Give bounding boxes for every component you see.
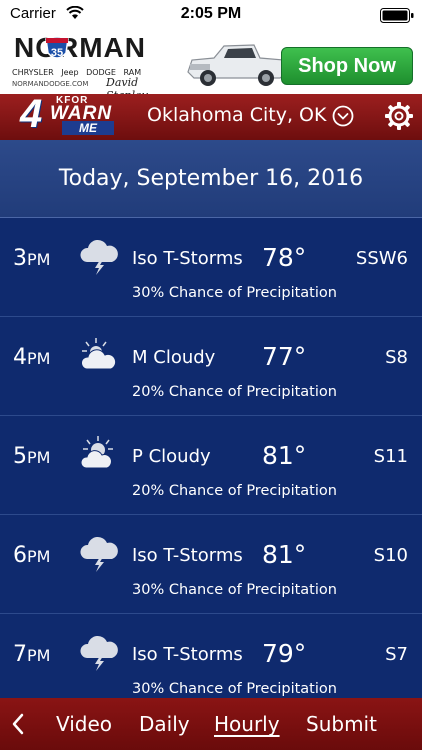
nav-submit[interactable]: Submit [306, 712, 377, 736]
temperature: 79° [262, 639, 307, 668]
condition-label: Iso T-Storms [132, 248, 243, 269]
temperature: 81° [262, 441, 307, 470]
hour-label: 4PM [13, 345, 51, 370]
hourly-row[interactable]: 6PM Iso T-Storms 81° S10 30% Chance of P… [0, 515, 422, 614]
precipitation-chance: 20% Chance of Precipitation [132, 483, 337, 499]
wind: S8 [385, 347, 408, 368]
thunderstorm-icon [80, 536, 118, 572]
app-header: 4 KFOR WARN ME Oklahoma City, OK [0, 92, 422, 140]
back-chevron-icon[interactable] [10, 712, 28, 736]
precipitation-chance: 30% Chance of Precipitation [132, 681, 337, 697]
date-header: Today, September 16, 2016 [0, 140, 422, 218]
condition-label: Iso T-Storms [132, 644, 243, 665]
precipitation-chance: 30% Chance of Precipitation [132, 582, 337, 598]
truck-image [187, 44, 287, 86]
wind: SSW6 [355, 248, 408, 269]
condition-label: Iso T-Storms [132, 545, 243, 566]
ad-dealer-url: NORMANDODGE.COM [12, 80, 89, 88]
shop-now-button[interactable]: Shop Now [281, 47, 413, 85]
ad-signature: David Stanley [106, 76, 148, 94]
nav-hourly[interactable]: Hourly [214, 712, 280, 736]
temperature: 81° [262, 540, 307, 569]
hourly-forecast-list[interactable]: 3PM Iso T-Storms 78° SSW6 30% Chance of … [0, 218, 422, 698]
ad-brand-logo: NORMAN 35 CHRYSLER Jeep DODGE RAM NORMAN… [8, 32, 178, 94]
wind: S10 [373, 545, 408, 566]
forecast-date: Today, September 16, 2016 [58, 166, 364, 191]
station-logo: 4 KFOR WARN ME [20, 92, 116, 140]
precipitation-chance: 20% Chance of Precipitation [132, 384, 337, 400]
location-selector[interactable]: Oklahoma City, OK [147, 104, 326, 126]
bottom-nav: Video Daily Hourly Submit [0, 698, 422, 750]
temperature: 77° [262, 342, 307, 371]
status-bar: Carrier 2:05 PM [0, 0, 422, 30]
nav-video[interactable]: Video [56, 712, 112, 736]
ad-banner[interactable]: NORMAN 35 CHRYSLER Jeep DODGE RAM NORMAN… [0, 30, 422, 94]
ad-sub-brand: CHRYSLER [12, 68, 54, 77]
hour-label: 6PM [13, 543, 51, 568]
condition-label: M Cloudy [132, 347, 216, 368]
status-time: 2:05 PM [180, 5, 242, 22]
condition-label: P Cloudy [132, 446, 211, 467]
temperature: 78° [262, 243, 307, 272]
thunderstorm-icon [80, 635, 118, 671]
hourly-row[interactable]: 3PM Iso T-Storms 78° SSW6 30% Chance of … [0, 218, 422, 317]
ad-sub-brand: Jeep [61, 68, 79, 77]
partly-cloudy-icon [80, 436, 113, 469]
wind: S7 [385, 644, 408, 665]
gear-icon[interactable] [384, 101, 414, 131]
ad-interstate-number: 35 [51, 47, 63, 59]
precipitation-chance: 30% Chance of Precipitation [132, 285, 337, 301]
hour-label: 3PM [13, 246, 51, 271]
chevron-down-circle-icon[interactable] [332, 105, 354, 127]
logo-me: ME [62, 121, 114, 135]
interstate-shield-icon: 35 [45, 36, 69, 59]
mostly-cloudy-icon [81, 338, 117, 370]
battery-icon [380, 8, 414, 23]
thunderstorm-icon [80, 239, 118, 275]
wind: S11 [373, 446, 408, 467]
nav-daily[interactable]: Daily [139, 712, 190, 736]
hourly-row[interactable]: 5PM P Cloudy 81° S11 20% Chance of Preci… [0, 416, 422, 515]
ad-brand-name: NORMAN [14, 32, 146, 63]
logo-number: 4 [20, 92, 43, 136]
hourly-row[interactable]: 4PM M Cloudy 77° S8 20% Chance of Precip… [0, 317, 422, 416]
hour-label: 7PM [13, 642, 51, 667]
hourly-row[interactable]: 7PM Iso T-Storms 79° S7 30% Chance of Pr… [0, 614, 422, 698]
hour-label: 5PM [13, 444, 51, 469]
